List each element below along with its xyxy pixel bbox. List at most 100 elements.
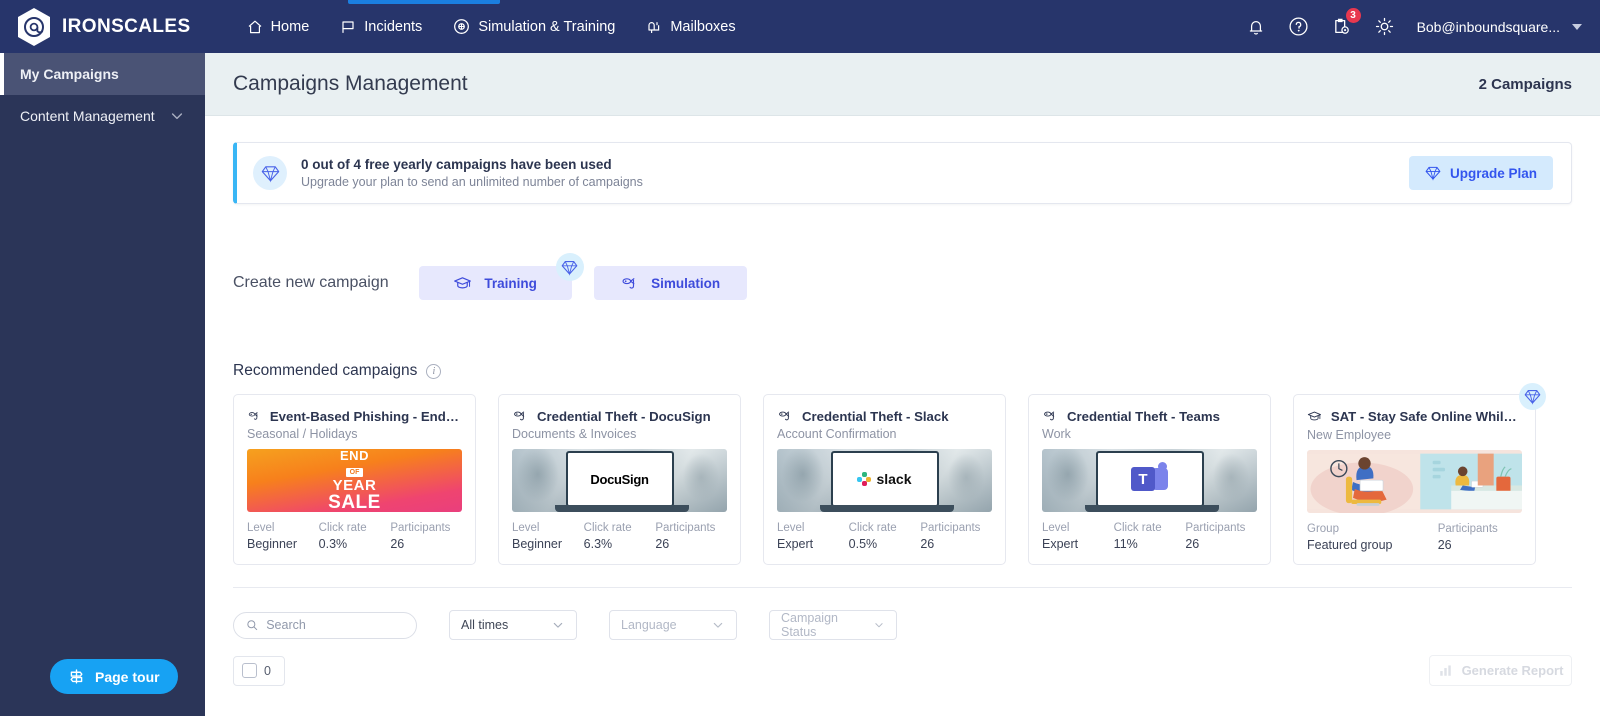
create-campaign-row: Create new campaign Training Simulation [233, 253, 1572, 300]
campaign-status-filter-value: Campaign Status [781, 611, 838, 639]
generate-report-button[interactable]: Generate Report [1429, 655, 1572, 686]
sidebar-item-my-campaigns[interactable]: My Campaigns [0, 53, 205, 95]
card-title: Event-Based Phishing - End of ye... [269, 408, 462, 424]
search-box[interactable] [233, 611, 417, 639]
info-icon[interactable]: i [426, 363, 442, 379]
phishing-hook-icon [622, 277, 635, 289]
section-divider [233, 587, 1572, 588]
thumb-brand-text: slack [876, 471, 912, 488]
thumb-text-line4: SALE [328, 492, 381, 512]
nav-link-incidents-label: Incidents [364, 18, 423, 35]
card-stat-participants: Participants 26 [1438, 523, 1522, 552]
recommended-campaigns-list: Event-Based Phishing - End of ye... Seas… [233, 383, 1572, 565]
body-wrapper: My Campaigns Content Management Page tou… [0, 53, 1600, 716]
help-button[interactable] [1288, 16, 1309, 37]
language-filter-select[interactable]: Language [609, 610, 737, 640]
campaign-card-credential-theft-docusign[interactable]: Credential Theft - DocuSign Documents & … [498, 394, 741, 565]
upgrade-plan-label: Upgrade Plan [1449, 165, 1537, 181]
slack-laptop-artwork: slack [777, 449, 992, 512]
sidebar-item-content-management-label: Content Management [20, 108, 155, 124]
card-thumbnail: slack [777, 449, 992, 512]
page-title: Campaigns Management [233, 72, 468, 95]
create-training-campaign-button[interactable]: Training [418, 253, 584, 300]
create-simulation-campaign-button[interactable]: Simulation [593, 266, 747, 300]
diamond-icon [1524, 389, 1541, 405]
select-all-control[interactable]: 0 [233, 655, 285, 686]
campaign-card-sat-stay-safe-online[interactable]: SAT - Stay Safe Online While Wor... New … [1293, 383, 1546, 565]
language-filter-value: Language [621, 618, 677, 632]
card-title: SAT - Stay Safe Online While Wor... [1330, 409, 1522, 424]
card-subtitle: New Employee [1307, 428, 1392, 442]
laptop-screen: T [1084, 451, 1219, 512]
brand-logo[interactable]: IRONSCALES [0, 7, 191, 47]
settings-button[interactable] [1374, 16, 1395, 37]
signpost-icon [70, 669, 83, 684]
content-area: 0 out of 4 free yearly campaigns have be… [205, 116, 1600, 716]
page-tour-label: Page tour [95, 668, 160, 685]
brand-name: IRONSCALES [62, 15, 191, 37]
time-filter-select[interactable]: All times [449, 610, 577, 640]
diamond-icon [261, 165, 279, 183]
premium-gem-badge [1519, 383, 1546, 410]
campaign-card-credential-theft-slack[interactable]: Credential Theft - Slack Account Confirm… [763, 394, 1006, 565]
sidebar-item-my-campaigns-label: My Campaigns [20, 66, 119, 82]
notifications-button[interactable] [1246, 17, 1266, 37]
card-stats: Level Beginner Click rate 0.3% Participa… [247, 522, 462, 551]
sidebar: My Campaigns Content Management Page tou… [0, 53, 205, 716]
app-root: IRONSCALES Home Incidents Simulation & T… [0, 0, 1600, 716]
card-thumbnail: END OF YEAR SALE [247, 449, 462, 512]
page-tour-button[interactable]: Page tour [50, 659, 178, 694]
bar-chart-icon [1439, 665, 1451, 676]
user-menu[interactable]: Bob@inboundsquare... [1417, 19, 1582, 35]
upgrade-plan-button[interactable]: Upgrade Plan [1408, 156, 1553, 190]
banner-subtitle: Upgrade your plan to send an unlimited n… [301, 175, 643, 189]
card-stat-group: Group Featured group [1307, 523, 1438, 552]
nav-link-home[interactable]: Home [235, 11, 322, 43]
card-stat-label: Click rate [1113, 522, 1162, 534]
card-stats: Level Expert Click rate 0.5% Participant… [777, 522, 992, 551]
card-title: Credential Theft - Slack [802, 408, 949, 424]
campaign-card-event-based-phishing[interactable]: Event-Based Phishing - End of ye... Seas… [233, 394, 476, 565]
teams-dot-shape [1158, 462, 1167, 472]
phishing-hook-icon [248, 412, 258, 420]
card-stat-label: Level [247, 522, 275, 534]
primary-nav-links: Home Incidents Simulation & Training Mai… [235, 10, 748, 43]
ironscales-logo-icon [18, 7, 50, 46]
card-subtitle: Account Confirmation [777, 427, 897, 441]
generate-report-label: Generate Report [1461, 663, 1564, 678]
campaign-card-credential-theft-teams[interactable]: Credential Theft - Teams Work T Level Ex… [1028, 394, 1271, 565]
nav-link-simulation-training[interactable]: Simulation & Training [441, 10, 627, 43]
card-stat-click-rate: Click rate 0.5% [849, 522, 921, 551]
top-navigation-bar: IRONSCALES Home Incidents Simulation & T… [0, 0, 1600, 53]
main-content: Campaigns Management 2 Campaigns 0 out o… [205, 53, 1600, 716]
nav-link-simulation-training-label: Simulation & Training [478, 18, 616, 35]
nav-link-home-label: Home [270, 18, 310, 35]
card-stat-value: 11% [1113, 537, 1138, 551]
search-input[interactable] [266, 618, 404, 632]
sidebar-item-content-management[interactable]: Content Management [0, 95, 205, 137]
select-all-checkbox[interactable] [242, 663, 257, 678]
card-title-row: Credential Theft - Slack [777, 408, 992, 424]
end-of-year-sale-artwork: END OF YEAR SALE [247, 449, 462, 512]
card-stat-value: 26 [1437, 538, 1452, 552]
card-stat-value: 0.3% [318, 537, 348, 551]
nav-link-mailboxes[interactable]: Mailboxes [634, 11, 747, 43]
thumb-text-line3: YEAR [332, 477, 377, 494]
card-stat-label: Level [777, 522, 805, 534]
nav-link-incidents[interactable]: Incidents [328, 11, 434, 43]
card-title: Credential Theft - Teams [1067, 408, 1220, 424]
card-subtitle: Documents & Invoices [512, 427, 637, 441]
gear-icon [1375, 17, 1393, 36]
card-title-row: SAT - Stay Safe Online While Wor... [1307, 408, 1522, 425]
target-icon [454, 19, 470, 34]
reports-button[interactable]: 3 [1331, 8, 1361, 37]
remote-work-illustration [1307, 453, 1522, 513]
search-icon [247, 620, 258, 631]
campaign-status-filter-select[interactable]: Campaign Status [769, 610, 897, 640]
user-email-label: Bob@inboundsquare... [1416, 18, 1560, 35]
flag-icon [342, 20, 354, 33]
card-stat-label: Participants [655, 522, 716, 534]
card-stat-value: 26 [1185, 537, 1200, 551]
question-circle-icon [1289, 17, 1308, 36]
card-stat-click-rate: Click rate 6.3% [584, 522, 656, 551]
